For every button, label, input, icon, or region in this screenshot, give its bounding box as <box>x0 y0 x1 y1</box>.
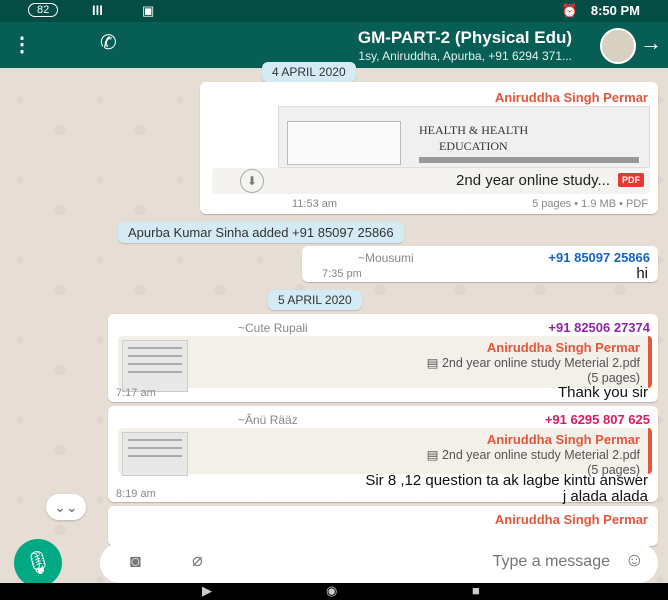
document-icon: ▤ <box>426 356 439 370</box>
message-time: 7:17 am <box>116 387 156 399</box>
group-avatar[interactable] <box>600 28 636 64</box>
quoted-thumbnail <box>122 340 188 392</box>
pdf-file-row[interactable]: PDF 2nd year online study... ⬇ <box>212 168 650 194</box>
partial-message-bubble[interactable]: Aniruddha Singh Permar <box>108 506 658 546</box>
quoted-text: ▤ 2nd year online study Meterial 2.pdf (… <box>427 356 640 386</box>
pdf-preview-image[interactable]: HEALTH & HEALTH EDUCATION <box>278 106 650 168</box>
preview-box <box>287 121 401 165</box>
message-sender: +91 82506 27374 <box>548 320 650 335</box>
sender-alias: ~Cute Rupali <box>238 321 308 335</box>
alarm-icon: ⏰ <box>561 3 578 18</box>
system-nav-bar: ▶ ◉ ■ <box>0 583 668 600</box>
document-icon: ▤ <box>426 448 439 462</box>
scroll-down-button[interactable]: ⌄⌄ <box>46 494 86 520</box>
hi-message-bubble[interactable]: +91 85097 25866 ~Mousumi hi 7:35 pm <box>302 246 658 282</box>
question-message-bubble[interactable]: +91 6295 807 625 ~Ânü Rääz Aniruddha Sin… <box>108 406 658 505</box>
message-time: 11:53 am <box>292 198 338 210</box>
back-nav-icon[interactable]: ▶ <box>202 583 212 599</box>
gallery-notification-icon: ▣ <box>142 3 155 18</box>
back-arrow-icon[interactable]: → <box>640 30 662 56</box>
message-sender: +91 6295 807 625 <box>544 412 650 427</box>
mic-button[interactable]: 🎙 <box>14 539 62 587</box>
quoted-reply[interactable]: Aniruddha Singh Permar ▤ 2nd year online… <box>118 336 652 392</box>
message-text-line-1: Sir 8 ,12 question ta ak lagbe kintu ans… <box>365 472 648 489</box>
pdf-message-bubble[interactable]: Aniruddha Singh Permar HEALTH & HEALTH E… <box>200 82 658 214</box>
add-call-icon[interactable]: ✆ <box>100 30 117 55</box>
message-text: Thank you sir <box>557 384 648 401</box>
preview-heading: HEALTH & HEALTH <box>419 123 529 137</box>
camera-icon[interactable]: ◙ <box>130 551 141 572</box>
thanks-message-bubble[interactable]: +91 82506 27374 ~Cute Rupali Aniruddha S… <box>108 314 658 402</box>
recents-nav-icon[interactable]: ■ <box>472 583 480 598</box>
pdf-file-info: 5 pages • 1.9 MB • PDF <box>532 198 648 210</box>
status-bar: 82 lll ▣ 8:50 PM ⏰ <box>0 0 668 22</box>
group-title[interactable]: GM-PART-2 (Physical Edu) <box>358 28 572 48</box>
quoted-file-name: 2nd year online study Meterial 2.pdf <box>441 448 640 462</box>
quoted-file-name: 2nd year online study Meterial 2.pdf <box>441 356 640 370</box>
message-text-line-2: j alada alada <box>562 488 648 505</box>
home-nav-icon[interactable]: ◉ <box>326 583 337 599</box>
message-text: hi <box>636 265 648 282</box>
message-input[interactable] <box>348 552 612 572</box>
preview-subheading: EDUCATION <box>439 139 508 153</box>
preview-rule <box>419 157 639 163</box>
sender-alias: ~Mousumi <box>358 251 414 265</box>
pdf-file-name: 2nd year online study... <box>456 172 610 189</box>
message-time: 8:19 am <box>116 488 156 500</box>
message-sender: Aniruddha Singh Permar <box>494 512 648 527</box>
message-sender: Aniruddha Singh Permar <box>494 90 648 105</box>
quoted-sender: Aniruddha Singh Permar <box>486 432 640 447</box>
quoted-thumbnail <box>122 432 188 476</box>
whatsapp-chat-screen: 82 lll ▣ 8:50 PM ⏰ ⋮ ✆ GM-PART-2 (Physic… <box>0 0 668 600</box>
date-chip: 5 APRIL 2020 <box>268 290 362 310</box>
message-sender: +91 85097 25866 <box>548 250 650 265</box>
more-options-icon[interactable]: ⋮ <box>12 32 32 57</box>
quoted-sender: Aniruddha Singh Permar <box>486 340 640 355</box>
battery-indicator: 82 <box>28 3 59 17</box>
pdf-badge: PDF <box>618 173 644 187</box>
sender-alias: ~Ânü Rääz <box>238 413 298 427</box>
system-message: Apurba Kumar Sinha added +91 85097 25866 <box>118 222 404 243</box>
emoji-icon[interactable]: ☺ <box>625 550 644 572</box>
quoted-reply[interactable]: Aniruddha Singh Permar ▤ 2nd year online… <box>118 428 652 477</box>
message-input-bar[interactable]: ◙ ⌀ ☺ <box>100 543 658 583</box>
group-participants[interactable]: 1sy, Aniruddha, Apurba, +91 6294 371... <box>358 49 572 63</box>
signal-indicator: lll <box>92 3 103 18</box>
status-time: 8:50 PM <box>590 3 640 18</box>
date-chip: 4 APRIL 2020 <box>262 62 356 82</box>
download-icon[interactable]: ⬇ <box>240 169 264 193</box>
microphone-icon: 🎙 <box>24 550 52 575</box>
attach-icon[interactable]: ⌀ <box>192 550 203 571</box>
message-time: 7:35 pm <box>322 268 362 280</box>
